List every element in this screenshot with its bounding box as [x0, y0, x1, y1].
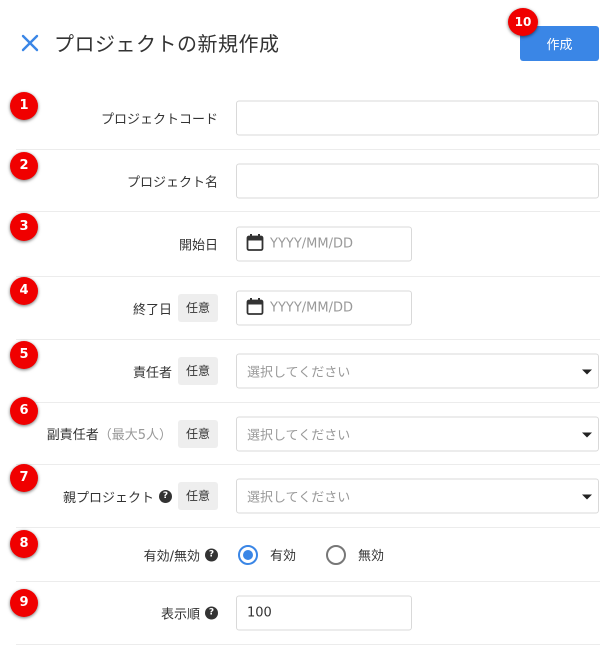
project-name-label: プロジェクト名 [126, 175, 218, 190]
parent-project-select-placeholder: 選択してください [247, 490, 351, 506]
parent-project-label: 親プロジェクト [62, 490, 154, 506]
radio-checked-icon [238, 544, 258, 565]
sub-owner-select[interactable]: 選択してください [236, 416, 599, 451]
optional-tag: 任意 [177, 482, 218, 510]
step-badge-5: 5 [10, 341, 38, 369]
project-code-input[interactable] [236, 100, 599, 135]
page-title: プロジェクトの新規作成 [54, 32, 280, 56]
chevron-down-icon [582, 494, 592, 500]
display-order-input[interactable] [236, 595, 412, 631]
sub-owner-label: 副責任者 [46, 428, 99, 443]
end-date-label: 終了日 [132, 302, 172, 318]
step-badge-1: 1 [10, 92, 38, 120]
owner-select-placeholder: 選択してください [247, 365, 351, 381]
project-name-input[interactable] [236, 163, 599, 198]
status-radio-group: 有効 無効 [238, 544, 414, 565]
help-icon[interactable]: ? [205, 548, 218, 561]
status-option-enabled-label: 有効 [270, 549, 297, 564]
end-date-input[interactable]: YYYY/MM/DD [236, 290, 412, 326]
field-row-status: 有効/無効 ? 有効 無効 [16, 528, 600, 582]
field-row-sub-owner: 副責任者 （最大5人） 任意 選択してください [16, 403, 600, 465]
start-date-placeholder: YYYY/MM/DD [270, 236, 353, 252]
field-row-owner: 責任者 任意 選択してください [16, 340, 600, 403]
step-badge-3: 3 [10, 213, 38, 241]
project-code-label: プロジェクトコード [100, 112, 218, 127]
step-badge-9: 9 [10, 589, 38, 617]
field-row-project-code: プロジェクトコード [16, 86, 600, 150]
help-icon[interactable]: ? [158, 489, 172, 503]
chevron-down-icon [582, 369, 592, 375]
step-badge-6: 6 [10, 397, 38, 425]
end-date-placeholder: YYYY/MM/DD [270, 300, 353, 316]
status-option-disabled-label: 無効 [358, 549, 385, 564]
help-icon[interactable]: ? [205, 606, 218, 620]
calendar-icon [246, 297, 264, 319]
sub-owner-limit-note: （最大5人） [98, 428, 172, 443]
calendar-icon [246, 233, 264, 255]
status-label: 有効/無効 [143, 549, 200, 564]
parent-project-select[interactable]: 選択してください [236, 478, 599, 514]
close-icon[interactable] [20, 33, 40, 53]
field-row-parent-project: 親プロジェクト ? 任意 選択してください [16, 465, 600, 528]
status-option-disabled[interactable]: 無効 [326, 544, 385, 565]
start-date-input[interactable]: YYYY/MM/DD [236, 226, 412, 262]
step-badge-8: 8 [10, 530, 38, 558]
sub-owner-select-placeholder: 選択してください [247, 428, 351, 443]
field-row-project-name: プロジェクト名 [16, 150, 600, 212]
start-date-label: 開始日 [178, 238, 218, 254]
status-option-enabled[interactable]: 有効 [238, 544, 297, 565]
step-badge-2: 2 [10, 152, 38, 180]
optional-tag: 任意 [177, 294, 218, 322]
field-row-display-order: 表示順 ? [16, 582, 600, 645]
owner-select[interactable]: 選択してください [236, 353, 599, 389]
field-row-end-date: 終了日 任意 YYYY/MM/DD [16, 277, 600, 340]
owner-label: 責任者 [132, 365, 172, 381]
field-row-start-date: 開始日 YYYY/MM/DD [16, 212, 600, 277]
chevron-down-icon [582, 432, 592, 437]
optional-tag: 任意 [177, 357, 218, 385]
optional-tag: 任意 [177, 419, 218, 448]
step-badge-7: 7 [10, 464, 38, 492]
step-badge-4: 4 [10, 277, 38, 305]
display-order-label: 表示順 [160, 607, 200, 623]
step-badge-10: 10 [508, 8, 538, 36]
radio-unchecked-icon [326, 544, 347, 565]
